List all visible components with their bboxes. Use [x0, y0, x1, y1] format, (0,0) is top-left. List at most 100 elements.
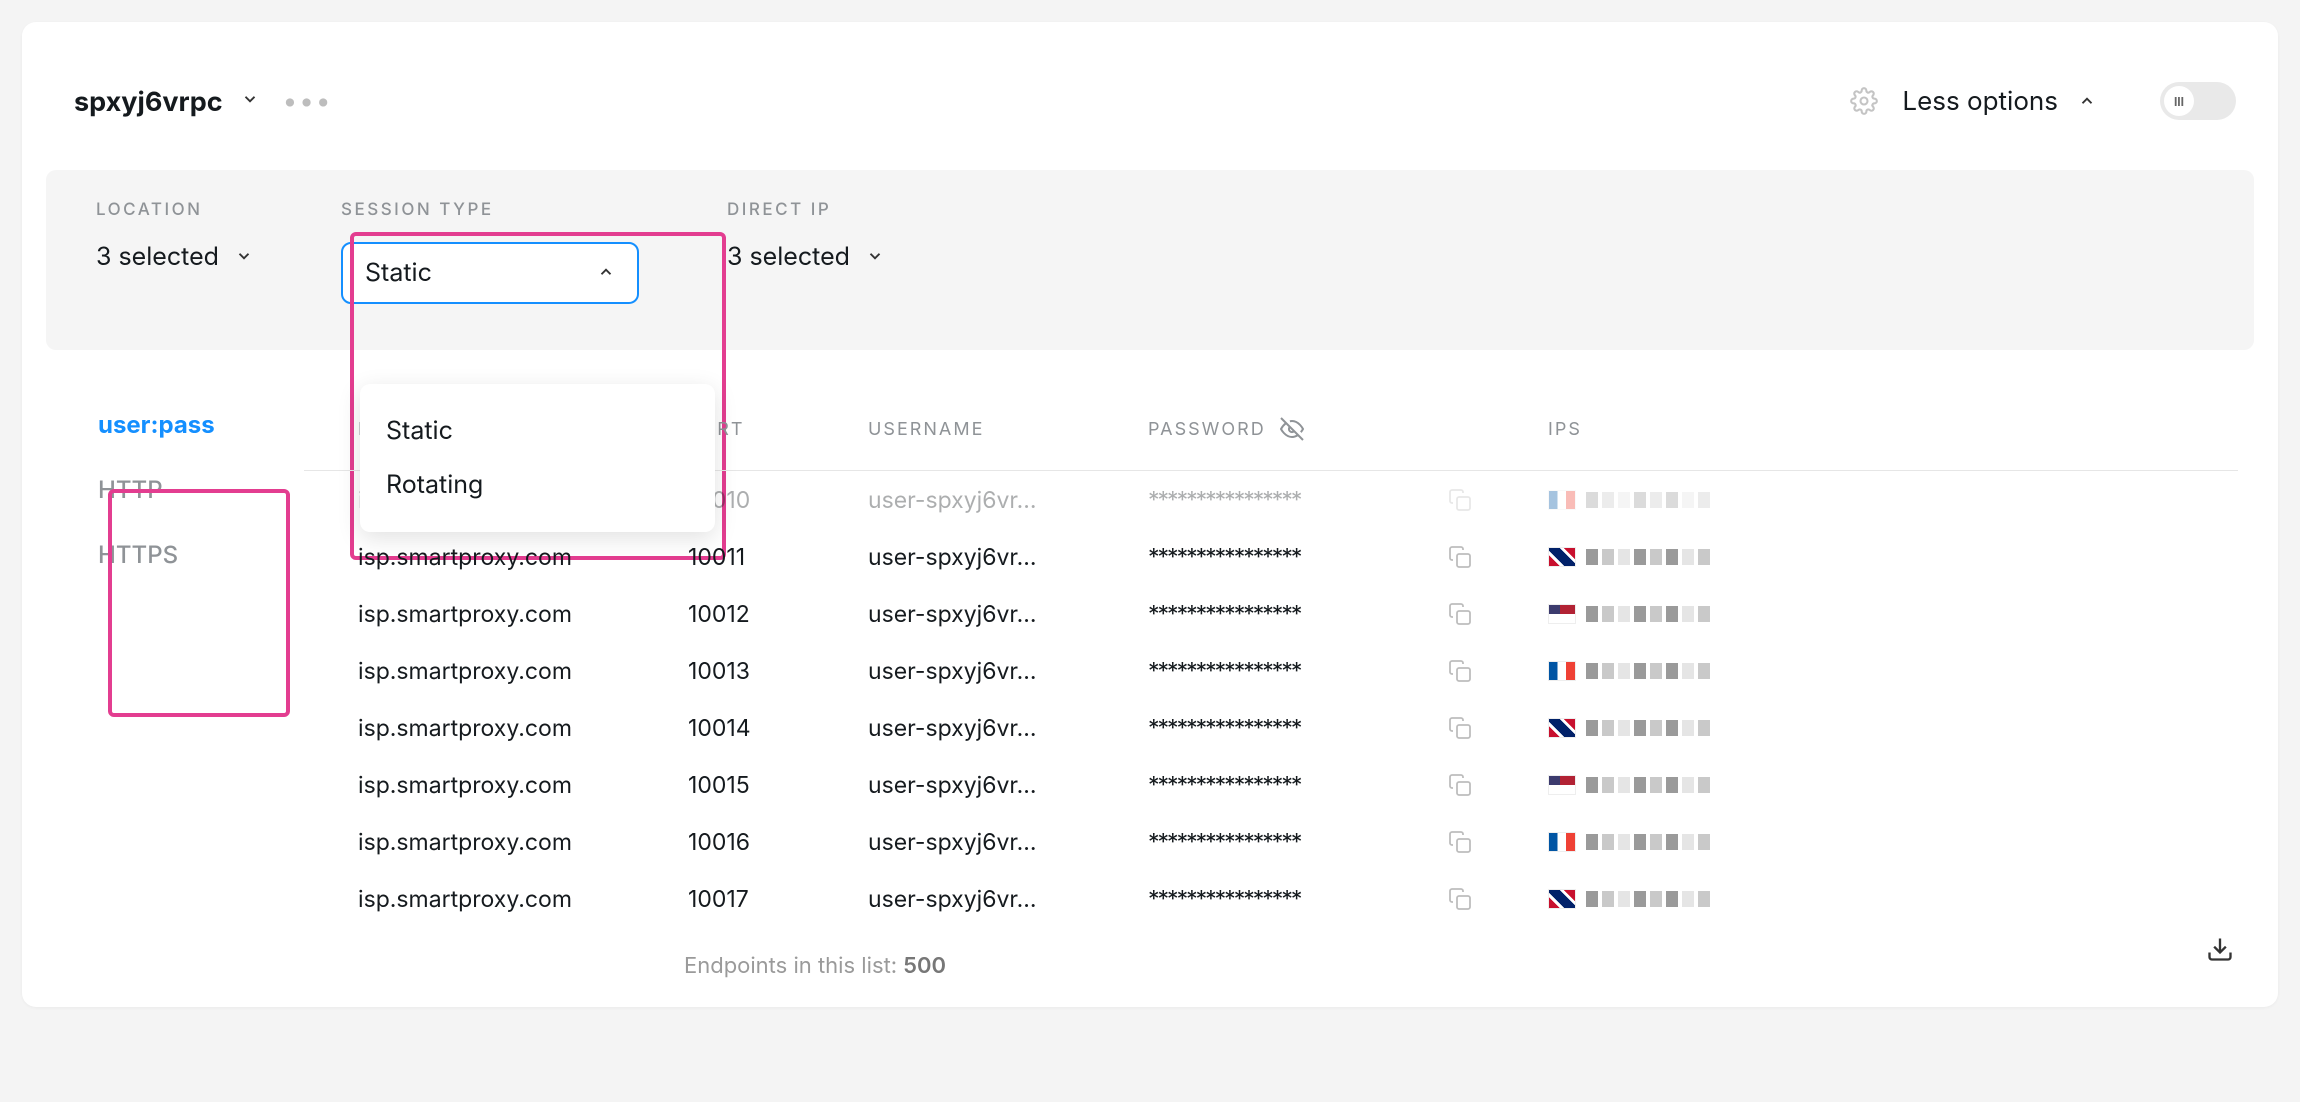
- endpoints-count-label: Endpoints in this list:: [684, 953, 897, 979]
- copy-row-button[interactable]: [1448, 830, 1548, 854]
- cell-password: ****************: [1148, 600, 1448, 628]
- table-footer: Endpoints in this list: 500: [304, 927, 2238, 979]
- cell-password: ****************: [1148, 828, 1448, 856]
- chevron-down-icon: [241, 90, 259, 112]
- gear-icon[interactable]: [1850, 87, 1878, 115]
- session-type-select[interactable]: Static: [341, 242, 639, 304]
- cell-port: 10012: [688, 600, 868, 628]
- copy-row-button[interactable]: [1448, 545, 1548, 569]
- direct-ip-filter-label: DIRECT IP: [727, 200, 884, 220]
- cell-ips: [1548, 775, 1828, 795]
- table-row: isp.smartproxy.com10016user-spxyj6vr…***…: [304, 813, 2238, 870]
- cell-port: 10013: [688, 657, 868, 685]
- filter-bar: LOCATION 3 selected SESSION TYPE Static …: [46, 170, 2254, 350]
- eye-off-icon[interactable]: [1280, 417, 1304, 441]
- direct-ip-filter: DIRECT IP 3 selected: [727, 200, 884, 304]
- flag-icon: [1548, 547, 1576, 567]
- direct-ip-value: 3 selected: [727, 242, 850, 272]
- copy-row-button[interactable]: [1448, 602, 1548, 626]
- table-row: isp.smartproxy.com10014user-spxyj6vr…***…: [304, 699, 2238, 756]
- endpoints-count-value: 500: [903, 953, 946, 979]
- tab-http[interactable]: HTTP: [98, 475, 304, 504]
- tab-https[interactable]: HTTPS: [98, 540, 304, 569]
- table-row: isp.smartproxy.com10017user-spxyj6vr…***…: [304, 870, 2238, 927]
- session-type-option-rotating[interactable]: Rotating: [360, 458, 715, 512]
- card-header: spxyj6vrpc ••• Less options III: [22, 22, 2278, 170]
- flag-icon: [1548, 832, 1576, 852]
- copy-row-button[interactable]: [1448, 716, 1548, 740]
- table-body: isp.smartproxy.com10010user-spxyj6vr…***…: [304, 470, 2238, 927]
- ip-blurred: [1586, 720, 1710, 736]
- flag-icon: [1548, 490, 1576, 510]
- chevron-down-icon: [235, 242, 253, 272]
- chevron-up-icon: [2078, 86, 2096, 117]
- location-value: 3 selected: [96, 242, 219, 272]
- cell-ips: [1548, 889, 1828, 909]
- less-options-label: Less options: [1902, 86, 2058, 117]
- direct-ip-select[interactable]: 3 selected: [727, 242, 884, 272]
- chevron-down-icon: [866, 242, 884, 272]
- session-type-option-static[interactable]: Static: [360, 404, 715, 458]
- session-type-dropdown: Static Rotating: [360, 384, 715, 532]
- project-name: spxyj6vrpc: [74, 85, 223, 118]
- flag-icon: [1548, 718, 1576, 738]
- cell-username: user-spxyj6vr…: [868, 885, 1148, 913]
- location-select[interactable]: 3 selected: [96, 242, 253, 272]
- col-password-label: PASSWORD: [1148, 419, 1266, 440]
- cell-port: 10017: [688, 885, 868, 913]
- cell-username: user-spxyj6vr…: [868, 543, 1148, 571]
- cell-ips: [1548, 661, 1828, 681]
- col-ips: IPS: [1548, 419, 1828, 440]
- cell-endpoint: isp.smartproxy.com: [358, 657, 688, 685]
- ip-blurred: [1586, 891, 1710, 907]
- copy-row-button[interactable]: [1448, 488, 1548, 512]
- table-row: isp.smartproxy.com10013user-spxyj6vr…***…: [304, 642, 2238, 699]
- col-password: PASSWORD: [1148, 417, 1448, 441]
- ip-blurred: [1586, 663, 1710, 679]
- cell-endpoint: isp.smartproxy.com: [358, 714, 688, 742]
- table-row: isp.smartproxy.com10015user-spxyj6vr…***…: [304, 756, 2238, 813]
- cell-username: user-spxyj6vr…: [868, 828, 1148, 856]
- copy-row-button[interactable]: [1448, 659, 1548, 683]
- download-button[interactable]: [2206, 935, 2234, 963]
- ip-blurred: [1586, 606, 1710, 622]
- cell-ips: [1548, 718, 1828, 738]
- cell-port: 10010: [688, 486, 868, 514]
- cell-port: 10015: [688, 771, 868, 799]
- cell-endpoint: isp.smartproxy.com: [358, 828, 688, 856]
- cell-ips: [1548, 604, 1828, 624]
- tab-userpass[interactable]: user:pass: [98, 410, 304, 439]
- cell-password: ****************: [1148, 771, 1448, 799]
- copy-row-button[interactable]: [1448, 773, 1548, 797]
- location-filter: LOCATION 3 selected: [96, 200, 253, 304]
- cell-ips: [1548, 490, 1828, 510]
- cell-password: ****************: [1148, 714, 1448, 742]
- flag-icon: [1548, 604, 1576, 624]
- session-type-filter-label: SESSION TYPE: [341, 200, 639, 220]
- project-selector[interactable]: spxyj6vrpc: [74, 85, 259, 118]
- cell-username: user-spxyj6vr…: [868, 714, 1148, 742]
- column-toggle[interactable]: III: [2160, 82, 2236, 120]
- more-menu-button[interactable]: •••: [283, 86, 333, 117]
- chevron-up-icon: [597, 258, 615, 288]
- copy-row-button[interactable]: [1448, 887, 1548, 911]
- ip-blurred: [1586, 492, 1710, 508]
- ip-blurred: [1586, 549, 1710, 565]
- cell-port: 10014: [688, 714, 868, 742]
- columns-icon: III: [2174, 94, 2184, 109]
- cell-username: user-spxyj6vr…: [868, 486, 1148, 514]
- cell-endpoint: isp.smartproxy.com: [358, 600, 688, 628]
- proxy-config-card: spxyj6vrpc ••• Less options III LOCATION…: [22, 22, 2278, 1007]
- cell-ips: [1548, 547, 1828, 567]
- cell-port: 10011: [688, 543, 868, 571]
- cell-password: ****************: [1148, 543, 1448, 571]
- flag-icon: [1548, 775, 1576, 795]
- flag-icon: [1548, 889, 1576, 909]
- flag-icon: [1548, 661, 1576, 681]
- cell-username: user-spxyj6vr…: [868, 600, 1148, 628]
- col-username: USERNAME: [868, 419, 1148, 440]
- cell-username: user-spxyj6vr…: [868, 771, 1148, 799]
- cell-username: user-spxyj6vr…: [868, 657, 1148, 685]
- less-options-toggle[interactable]: Less options: [1902, 86, 2096, 117]
- cell-endpoint: isp.smartproxy.com: [358, 771, 688, 799]
